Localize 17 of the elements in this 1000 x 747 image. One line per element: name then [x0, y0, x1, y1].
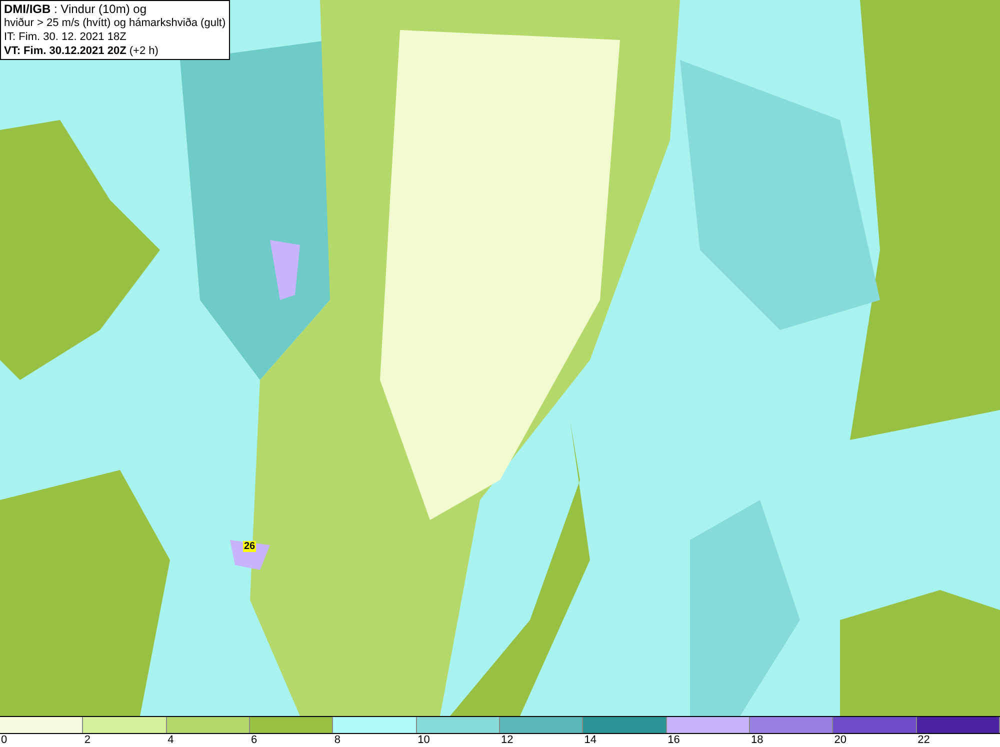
gust-label: 26 [243, 541, 256, 552]
legend-tick-label: 0 [1, 734, 8, 746]
legend-tick-label: 20 [834, 734, 847, 746]
legend-tick-label: 2 [84, 734, 90, 746]
legend-tick-label: 14 [584, 734, 597, 746]
legend-tick-label: 8 [334, 734, 340, 746]
legend-tick-label: 4 [168, 734, 174, 746]
title-line: DMI/IGB : Vindur (10m) og [4, 2, 148, 16]
title-line: hviður > 25 m/s (hvítt) og hámarkshviða (gult) [4, 16, 226, 30]
legend-tick-label: 16 [668, 734, 680, 746]
legend-tick-label: 18 [750, 734, 764, 746]
title-line: IT: Fim. 30. 12. 2021 18Z [4, 30, 128, 44]
legend-tick-label: 12 [500, 734, 514, 746]
legend-tick-label: 10 [418, 734, 430, 746]
title-line: VT: Fim. 30.12.2021 20Z (+2 h) [4, 44, 160, 58]
legend-tick-label: 6 [250, 734, 258, 746]
legend-tick-label: 22 [918, 734, 930, 746]
